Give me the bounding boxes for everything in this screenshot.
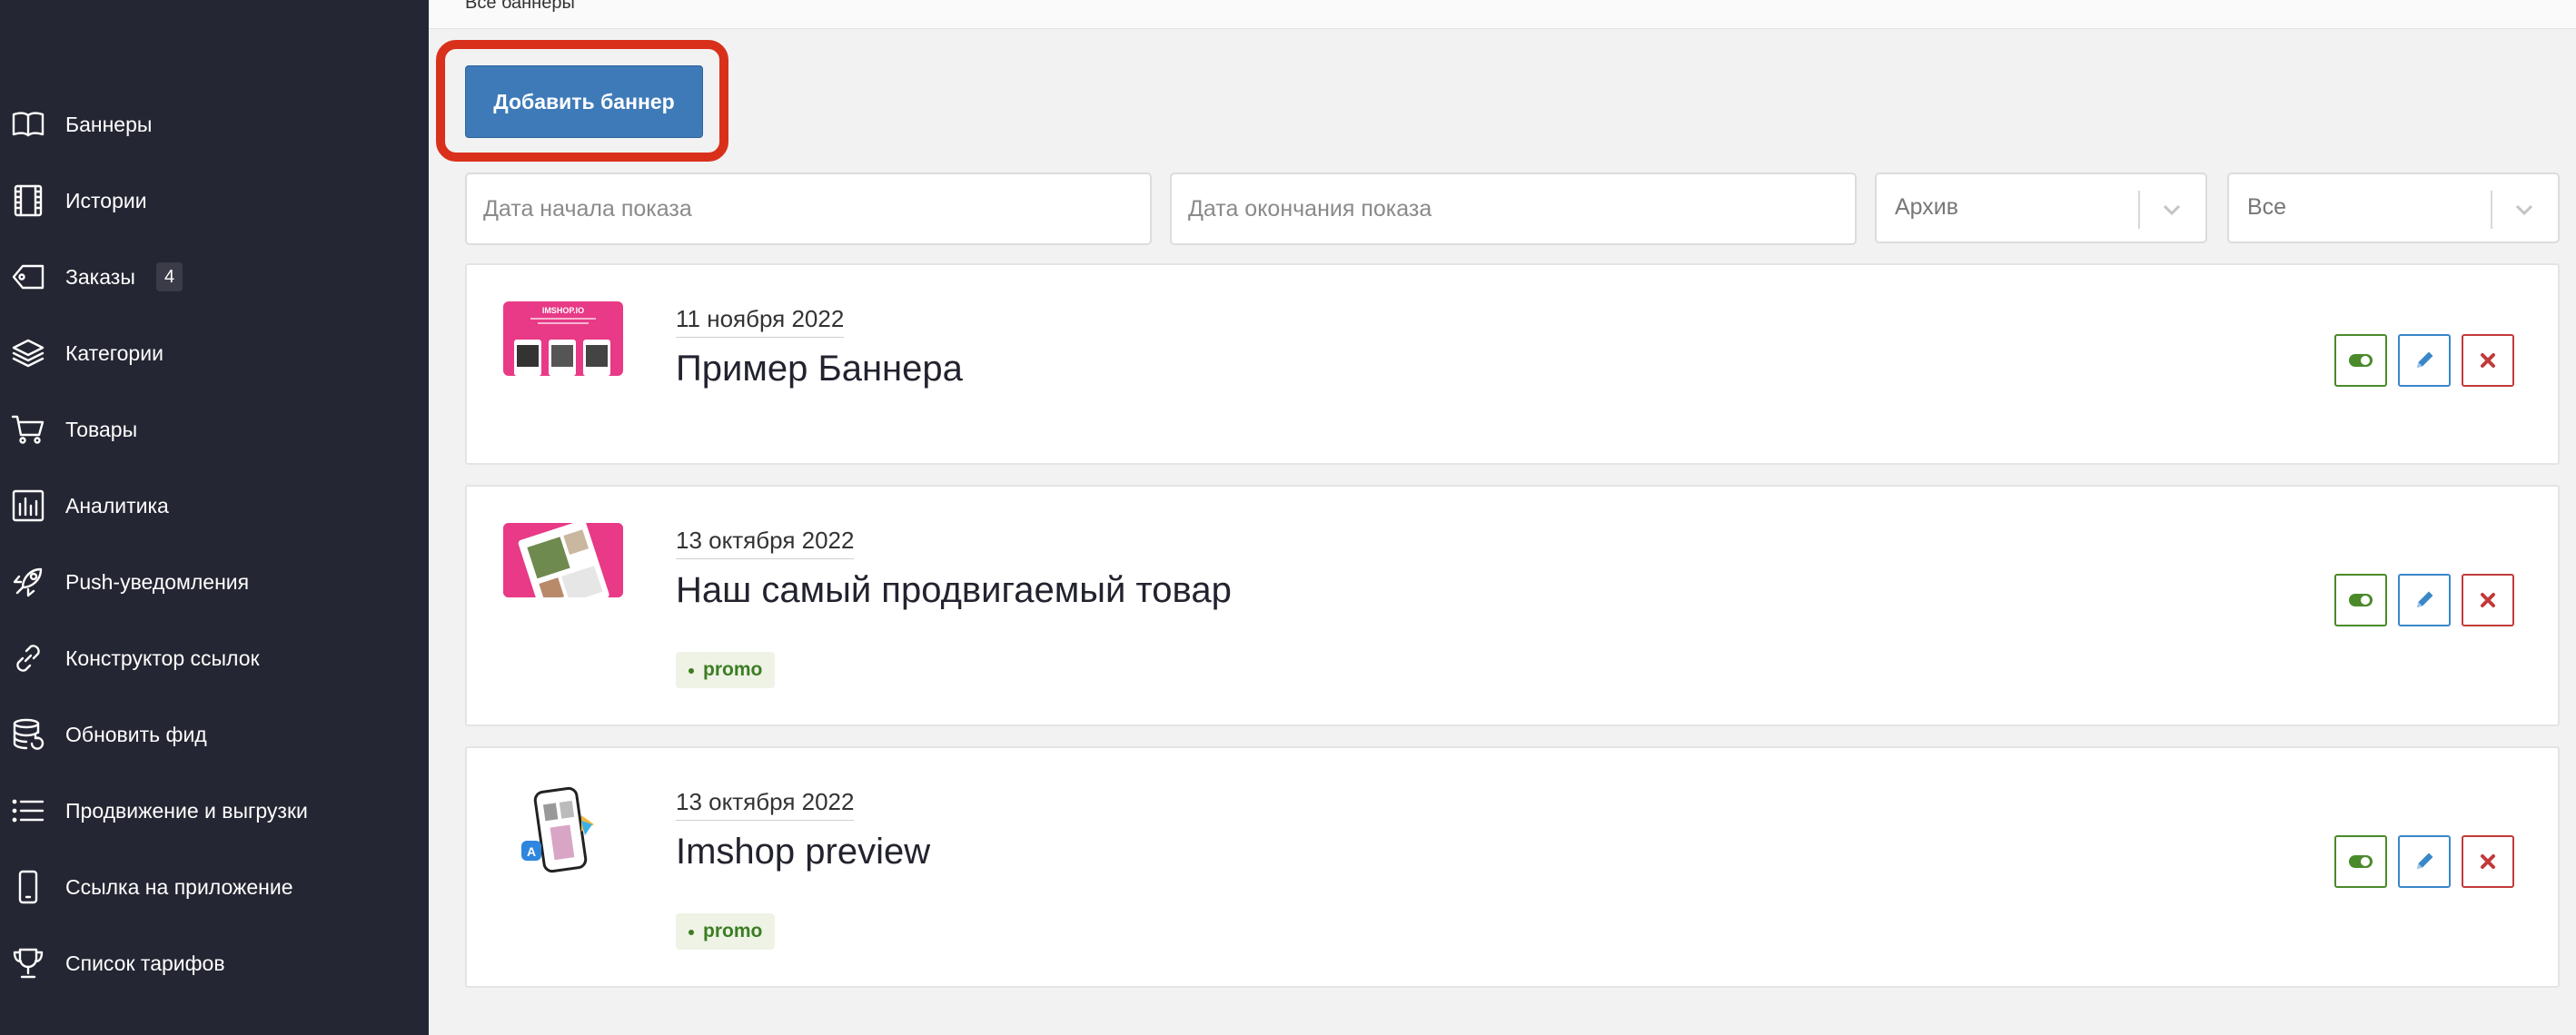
svg-text:A: A [527, 844, 536, 859]
end-date-input[interactable] [1188, 195, 1855, 222]
toggle-on-icon [2349, 855, 2373, 868]
banner-title[interactable]: Пример Баннера [676, 349, 963, 389]
sidebar-item-label: Истории [65, 188, 147, 212]
banner-thumbnail[interactable]: IMSHOP.IO [503, 301, 623, 376]
sidebar-item-stories[interactable]: Истории [0, 173, 429, 228]
sidebar-item-label: Товары [65, 417, 138, 441]
sidebar-item-banners[interactable]: Баннеры [0, 97, 429, 152]
main-content: Все баннеры Добавить баннер Архив Все IM… [429, 0, 2576, 1035]
toggle-active-button[interactable] [2334, 835, 2387, 888]
sidebar-item-label: Список тарифов [65, 951, 225, 975]
delete-button[interactable] [2462, 835, 2514, 888]
add-banner-button[interactable]: Добавить баннер [465, 65, 703, 138]
chart-icon [9, 487, 47, 525]
sidebar-item-link-builder[interactable]: Конструктор ссылок [0, 631, 429, 685]
chevron-down-icon[interactable] [2158, 196, 2185, 223]
close-icon [2481, 593, 2495, 607]
edit-button[interactable] [2398, 574, 2451, 626]
close-icon [2481, 353, 2495, 368]
banner-date: 13 октября 2022 [676, 527, 855, 559]
sidebar-item-categories[interactable]: Категории [0, 326, 429, 380]
rocket-icon [9, 563, 47, 601]
archive-select[interactable]: Архив [1875, 172, 2207, 243]
topbar: Все баннеры [429, 0, 2576, 29]
toggle-active-button[interactable] [2334, 574, 2387, 626]
sidebar-item-label: Аналитика [65, 493, 169, 518]
sidebar-item-label: Баннеры [65, 112, 153, 136]
toggle-on-icon [2349, 594, 2373, 606]
banner-title[interactable]: Imshop preview [676, 832, 930, 872]
status-badge: promo [676, 913, 776, 950]
tag-icon [9, 258, 47, 296]
orders-count-badge: 4 [156, 262, 183, 291]
delete-button[interactable] [2462, 334, 2514, 387]
start-date-field[interactable] [465, 172, 1152, 245]
book-icon [9, 105, 47, 143]
type-select[interactable]: Все [2227, 172, 2560, 243]
link-icon [9, 639, 47, 677]
sidebar-item-push[interactable]: Push-уведомления [0, 555, 429, 609]
start-date-input[interactable] [483, 195, 1150, 222]
sidebar-item-tariffs[interactable]: Список тарифов [0, 936, 429, 991]
banner-title[interactable]: Наш самый продвигаемый товар [676, 570, 1232, 611]
sidebar-item-label: Категории [65, 340, 163, 365]
phone-icon [9, 868, 47, 906]
pencil-icon [2417, 351, 2433, 368]
cart-icon [9, 410, 47, 448]
sidebar-item-orders[interactable]: Заказы 4 [0, 250, 429, 304]
banner-date: 13 октября 2022 [676, 788, 855, 821]
pencil-icon [2417, 853, 2433, 869]
sidebar-item-label: Заказы [65, 264, 135, 289]
banner-thumbnail[interactable]: A [503, 784, 623, 875]
layers-icon [9, 334, 47, 372]
sidebar-item-app-link[interactable]: Ссылка на приложение [0, 860, 429, 914]
sidebar-item-label: Продвижение и выгрузки [65, 798, 308, 823]
sidebar-item-label: Обновить фид [65, 722, 207, 746]
sidebar-item-label: Конструктор ссылок [65, 646, 260, 670]
edit-button[interactable] [2398, 835, 2451, 888]
status-badge: promo [676, 652, 776, 688]
close-icon [2481, 854, 2495, 869]
banner-date: 11 ноября 2022 [676, 305, 845, 338]
sidebar: Баннеры Истории Заказы 4 Категории Товар… [0, 0, 429, 1035]
banner-thumbnail[interactable] [503, 523, 623, 597]
film-icon [9, 182, 47, 220]
list-icon [9, 792, 47, 830]
banner-card: A 13 октября 2022 Imshop preview promo [465, 746, 2560, 988]
breadcrumb: Все баннеры [465, 0, 575, 13]
end-date-field[interactable] [1170, 172, 1857, 245]
archive-select-value: Архив [1895, 194, 1959, 220]
toggle-on-icon [2349, 354, 2373, 367]
pencil-icon [2417, 591, 2433, 607]
trophy-icon [9, 944, 47, 982]
edit-button[interactable] [2398, 334, 2451, 387]
select-separator [2138, 191, 2140, 229]
chevron-down-icon[interactable] [2511, 196, 2538, 223]
sidebar-item-update-feed[interactable]: Обновить фид [0, 707, 429, 762]
toggle-active-button[interactable] [2334, 334, 2387, 387]
thumb-logo-text: IMSHOP.IO [542, 306, 584, 315]
sidebar-item-label: Ссылка на приложение [65, 874, 293, 899]
type-select-value: Все [2247, 194, 2287, 220]
banner-card: IMSHOP.IO 11 ноября 2022 Пример Баннера [465, 263, 2560, 465]
database-icon [9, 715, 47, 754]
sidebar-item-products[interactable]: Товары [0, 402, 429, 457]
banner-card: 13 октября 2022 Наш самый продвигаемый т… [465, 485, 2560, 726]
select-separator [2491, 191, 2492, 229]
sidebar-item-analytics[interactable]: Аналитика [0, 478, 429, 533]
sidebar-item-promotion[interactable]: Продвижение и выгрузки [0, 784, 429, 838]
sidebar-item-label: Push-уведомления [65, 569, 250, 594]
delete-button[interactable] [2462, 574, 2514, 626]
